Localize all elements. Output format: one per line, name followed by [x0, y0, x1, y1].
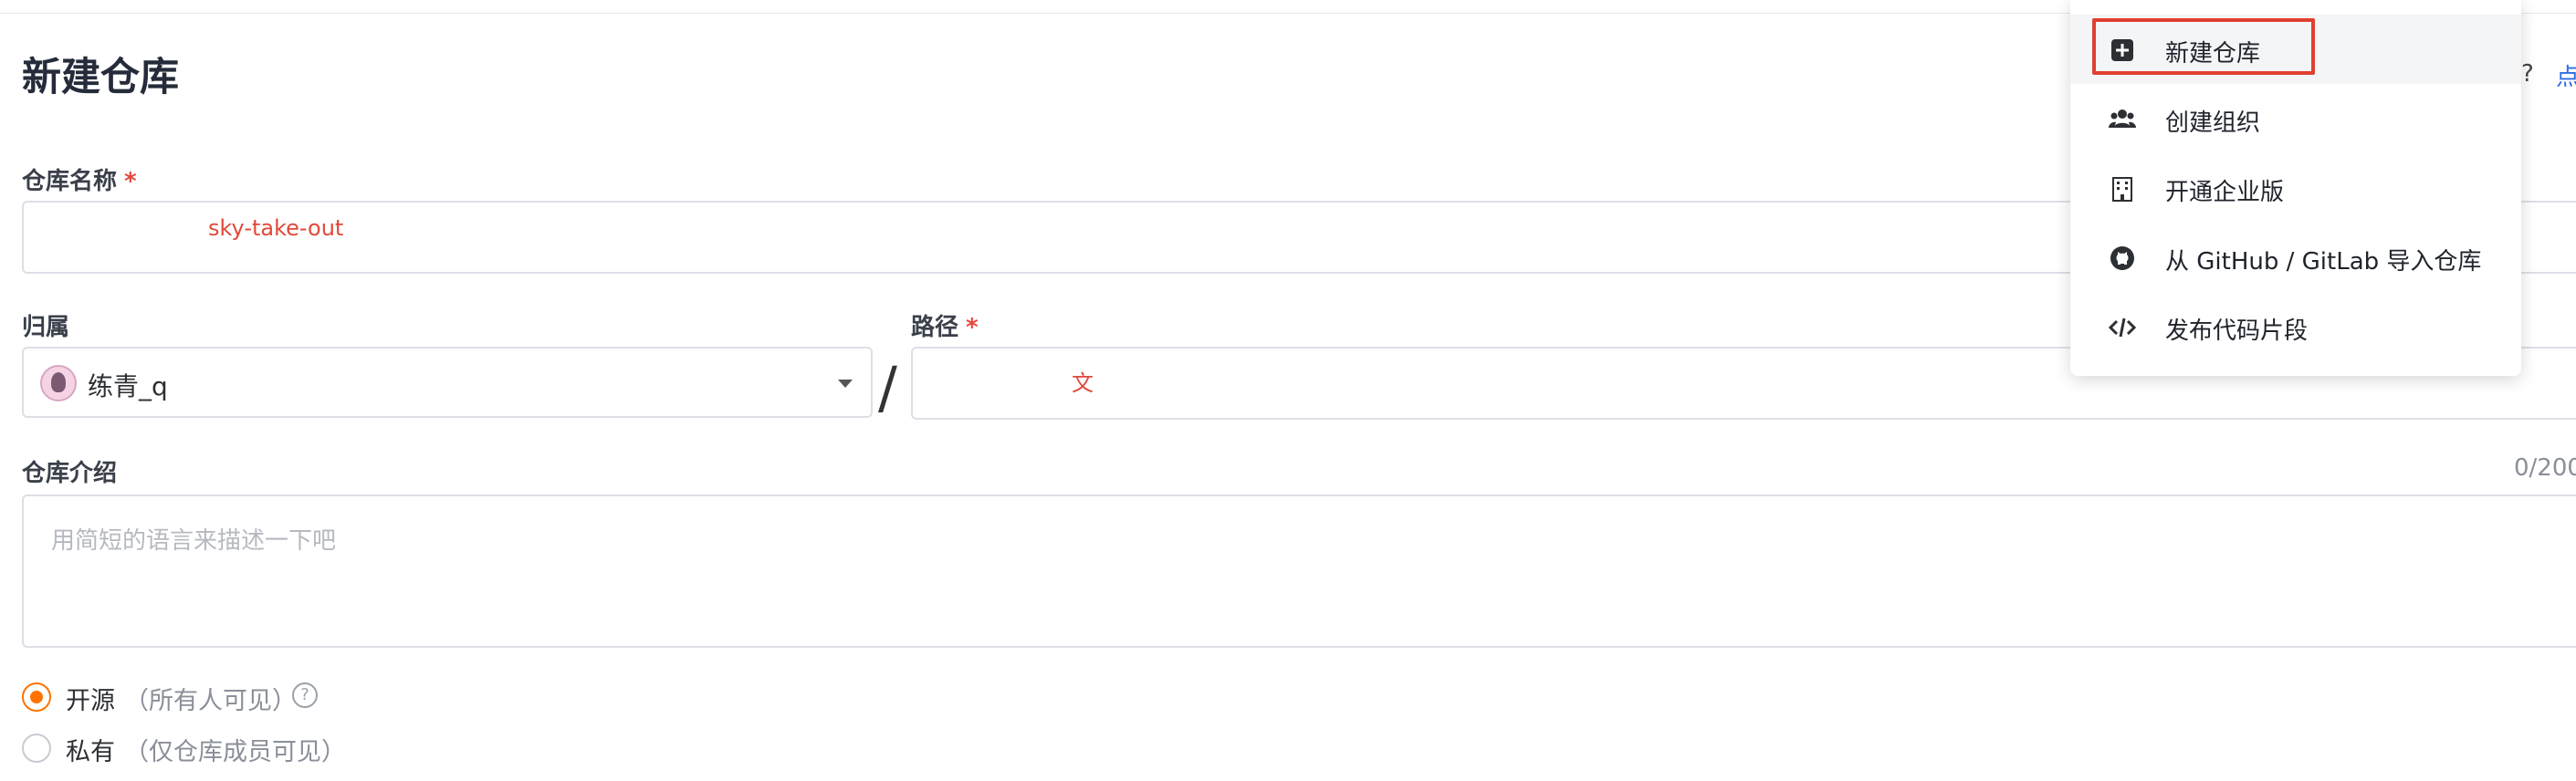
radio-private-label[interactable]: 私有 — [66, 732, 115, 767]
repo-name-value: sky-take-out — [208, 215, 344, 241]
building-icon — [2112, 177, 2132, 202]
required-mark: * — [124, 168, 137, 195]
menu-item-label: 发布代码片段 — [2165, 318, 2309, 345]
github-icon — [2110, 246, 2134, 270]
menu-item-label: 开通企业版 — [2165, 179, 2285, 206]
path-separator: / — [878, 354, 897, 421]
owner-label: 归属 — [22, 314, 70, 341]
path-label-text: 路径 — [911, 314, 959, 341]
code-icon — [2109, 318, 2136, 338]
page-title: 新建仓库 — [22, 55, 179, 100]
description-textarea[interactable]: 用简短的语言来描述一下吧 — [22, 495, 2576, 648]
required-mark: * — [966, 314, 979, 341]
menu-item-snippet[interactable]: 发布代码片段 — [2070, 292, 2521, 361]
users-icon — [2109, 109, 2136, 128]
help-text: ? — [2521, 60, 2534, 88]
owner-name: 练青_q — [88, 371, 168, 401]
radio-public[interactable] — [22, 682, 51, 712]
menu-item-import[interactable]: 从 GitHub / GitLab 导入仓库 — [2070, 223, 2521, 292]
radio-private[interactable] — [22, 734, 51, 763]
path-label: 路径 * — [911, 308, 979, 342]
description-placeholder: 用简短的语言来描述一下吧 — [51, 527, 337, 555]
radio-public-hint: （所有人可见） — [124, 687, 297, 715]
repo-name-label: 仓库名称 * — [22, 162, 137, 196]
radio-public-label[interactable]: 开源 — [66, 681, 115, 716]
highlight-annotation — [2092, 18, 2315, 75]
menu-item-label: 创建组织 — [2165, 109, 2261, 137]
avatar — [40, 365, 77, 401]
help-link[interactable]: 点 — [2556, 58, 2576, 92]
path-value: 文 — [1072, 370, 1094, 396]
description-counter: 0/200 — [2514, 454, 2576, 482]
description-label: 仓库介绍 — [22, 460, 118, 487]
menu-item-label: 从 GitHub / GitLab 导入仓库 — [2165, 248, 2482, 276]
radio-private-hint: （仅仓库成员可见） — [124, 738, 346, 766]
question-circle-icon[interactable]: ? — [292, 682, 318, 708]
owner-select[interactable]: 练青_q — [22, 347, 873, 418]
repo-name-label-text: 仓库名称 — [22, 168, 118, 195]
menu-item-create-org[interactable]: 创建组织 — [2070, 84, 2521, 153]
chevron-down-icon — [838, 380, 853, 388]
menu-item-enterprise[interactable]: 开通企业版 — [2070, 153, 2521, 223]
